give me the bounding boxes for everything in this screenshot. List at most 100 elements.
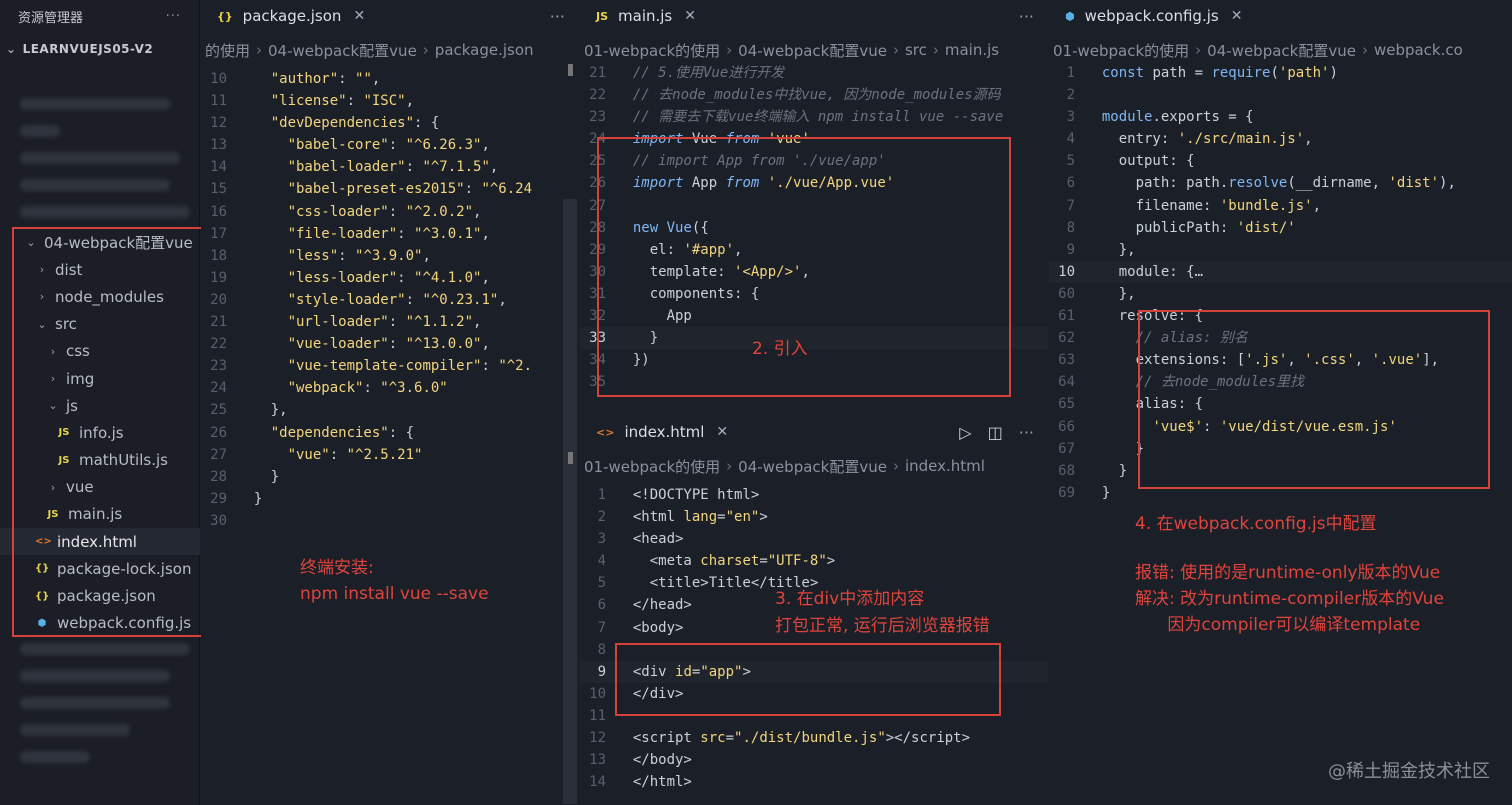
code-line[interactable]: 1 <!DOCTYPE html>	[580, 484, 1048, 506]
breadcrumb-item[interactable]: 01-webpack的使用	[584, 456, 720, 477]
more-actions-button[interactable]: ···	[1019, 423, 1034, 442]
line-number: 15	[210, 181, 227, 198]
code-line[interactable]: 5 output: {	[1049, 150, 1512, 172]
line-number: 20	[210, 291, 227, 308]
code-line[interactable]: 22 "vue-loader": "^13.0.0",	[201, 333, 579, 355]
scrollbar[interactable]	[563, 199, 577, 804]
breadcrumb-item[interactable]: 01-webpack的使用	[584, 40, 720, 61]
breadcrumb: 01-webpack的使用 › 04-webpack配置vue › index.html	[580, 448, 1048, 484]
code-text: "css-loader": "^2.0.2",	[287, 203, 482, 220]
code-text: output: {	[1085, 153, 1195, 170]
code-line[interactable]: 19 "less-loader": "^4.1.0",	[201, 267, 579, 289]
code-line[interactable]: 4 <meta charset="UTF-8">	[580, 550, 1048, 572]
highlight-box-resolve	[1138, 310, 1490, 489]
code-line[interactable]: 1 const path = require('path')	[1049, 62, 1512, 84]
code-line[interactable]: 7 filename: 'bundle.js',	[1049, 195, 1512, 217]
code-line[interactable]: 12 "devDependencies": {	[201, 112, 579, 134]
code-line[interactable]: 25 },	[201, 399, 579, 421]
scrollbar-thumb[interactable]	[568, 452, 573, 464]
breadcrumb-separator: ›	[932, 41, 939, 59]
breadcrumb-item[interactable]: 04-webpack配置vue	[738, 456, 887, 477]
code-line[interactable]: 11 "license": "ISC",	[201, 90, 579, 112]
code-line[interactable]: 27 "vue": "^2.5.21"	[201, 444, 579, 466]
line-number: 4	[597, 553, 606, 570]
tab-label: main.js	[618, 7, 673, 25]
close-icon[interactable]: ✕	[353, 8, 365, 24]
code-line[interactable]: 13 "babel-core": "^6.26.3",	[201, 134, 579, 156]
breadcrumb-item[interactable]: package.json	[435, 41, 534, 59]
line-number: 26	[210, 424, 227, 441]
breadcrumb-item[interactable]: webpack.co	[1374, 41, 1463, 59]
code-line[interactable]: 4 entry: './src/main.js',	[1049, 128, 1512, 150]
tab-label: webpack.config.js	[1084, 7, 1219, 25]
code-line[interactable]: 16 "css-loader": "^2.0.2",	[201, 201, 579, 223]
code-line[interactable]: 26 "dependencies": {	[201, 422, 579, 444]
breadcrumb-item[interactable]: src	[905, 41, 927, 59]
code-line[interactable]: 9 },	[1049, 239, 1512, 261]
code-line[interactable]: 14 "babel-loader": "^7.1.5",	[201, 156, 579, 178]
line-number: 21	[210, 314, 227, 331]
close-icon[interactable]: ✕	[1231, 8, 1243, 24]
line-number: 68	[1058, 462, 1075, 479]
tab-package-json[interactable]: {} package.json ✕	[217, 7, 365, 25]
code-line[interactable]: 2	[1049, 84, 1512, 106]
breadcrumb-item[interactable]: 04-webpack配置vue	[738, 40, 887, 61]
code-line[interactable]: 23 "vue-template-compiler": "^2.	[201, 355, 579, 377]
code-line[interactable]: 23 // 需要去下载vue终端输入 npm install vue --sav…	[580, 106, 1048, 128]
json-file-icon: {}	[217, 9, 233, 23]
more-actions-button[interactable]: ···	[550, 7, 565, 26]
line-number: 64	[1058, 374, 1075, 391]
tab-main-js[interactable]: JS main.js ✕	[596, 7, 696, 25]
code-line[interactable]: 14 </html>	[580, 771, 1048, 793]
code-line[interactable]: 30	[201, 510, 579, 532]
close-icon[interactable]: ✕	[716, 424, 728, 440]
tab-label: index.html	[624, 423, 705, 441]
highlight-box-index	[615, 643, 1001, 716]
tab-label: package.json	[242, 7, 342, 25]
code-text: "babel-loader": "^7.1.5",	[287, 159, 499, 176]
code-line[interactable]: 10 module: {…	[1049, 260, 1512, 283]
code-line[interactable]: 18 "less": "^3.9.0",	[201, 245, 579, 267]
breadcrumb-item[interactable]: 04-webpack配置vue	[268, 40, 417, 61]
code-line[interactable]: 6 path: path.resolve(__dirname, 'dist'),	[1049, 172, 1512, 194]
close-icon[interactable]: ✕	[684, 8, 696, 24]
code-line[interactable]: 3 module.exports = {	[1049, 106, 1512, 128]
breadcrumb-item[interactable]: main.js	[945, 41, 999, 59]
tab-webpack-config[interactable]: ⬢ webpack.config.js ✕	[1065, 7, 1242, 25]
code-line[interactable]: 28 }	[201, 466, 579, 488]
code-line[interactable]: 3 <head>	[580, 528, 1048, 550]
scrollbar-thumb[interactable]	[568, 64, 573, 76]
code-line[interactable]: 21 // 5.使用Vue进行开发	[580, 62, 1048, 84]
code-line[interactable]: 29 }	[201, 488, 579, 510]
code-line[interactable]: 60 },	[1049, 283, 1512, 305]
run-icon[interactable]: ▷	[959, 423, 971, 442]
code-line[interactable]: 13 </body>	[580, 749, 1048, 771]
breadcrumb-item[interactable]: 的使用	[205, 40, 250, 61]
breadcrumb-separator: ›	[726, 457, 733, 475]
breadcrumb-item[interactable]: 04-webpack配置vue	[1207, 40, 1356, 61]
explorer-more-button[interactable]: ···	[166, 9, 181, 24]
code-line[interactable]: 21 "url-loader": "^1.1.2",	[201, 311, 579, 333]
code-line[interactable]: 2 <html lang="en">	[580, 506, 1048, 528]
line-number: 29	[210, 490, 227, 507]
line-number: 14	[589, 774, 606, 791]
code-text: const path = require('path')	[1101, 65, 1338, 81]
blurred-row	[20, 206, 190, 218]
code-editor[interactable]: 10 "author": "", 11 "license": "ISC", 12 "…	[201, 68, 579, 532]
code-line[interactable]: 10 "author": "",	[201, 68, 579, 90]
breadcrumb-item[interactable]: 01-webpack的使用	[1053, 40, 1189, 61]
code-line[interactable]: 20 "style-loader": "^0.23.1",	[201, 289, 579, 311]
code-text: "author": "",	[270, 71, 381, 87]
code-line[interactable]: 24 "webpack": "^3.6.0"	[201, 377, 579, 399]
code-line[interactable]: 17 "file-loader": "^3.0.1",	[201, 223, 579, 245]
breadcrumb-item[interactable]: index.html	[905, 457, 985, 475]
code-line[interactable]: 12 <script src="./dist/bundle.js"></scri…	[580, 727, 1048, 749]
split-editor-icon[interactable]: ◫	[988, 423, 1003, 442]
code-line[interactable]: 15 "babel-preset-es2015": "^6.24	[201, 178, 579, 200]
tab-index-html[interactable]: <> index.html ✕	[596, 423, 728, 441]
more-actions-button[interactable]: ···	[1019, 7, 1034, 26]
code-line[interactable]: 22 // 去node_modules中找vue, 因为node_modules…	[580, 84, 1048, 106]
workspace-root[interactable]: ⌄ LEARNVUEJS05-V2	[0, 32, 199, 66]
line-number: 25	[210, 402, 227, 419]
code-line[interactable]: 8 publicPath: 'dist/'	[1049, 217, 1512, 239]
